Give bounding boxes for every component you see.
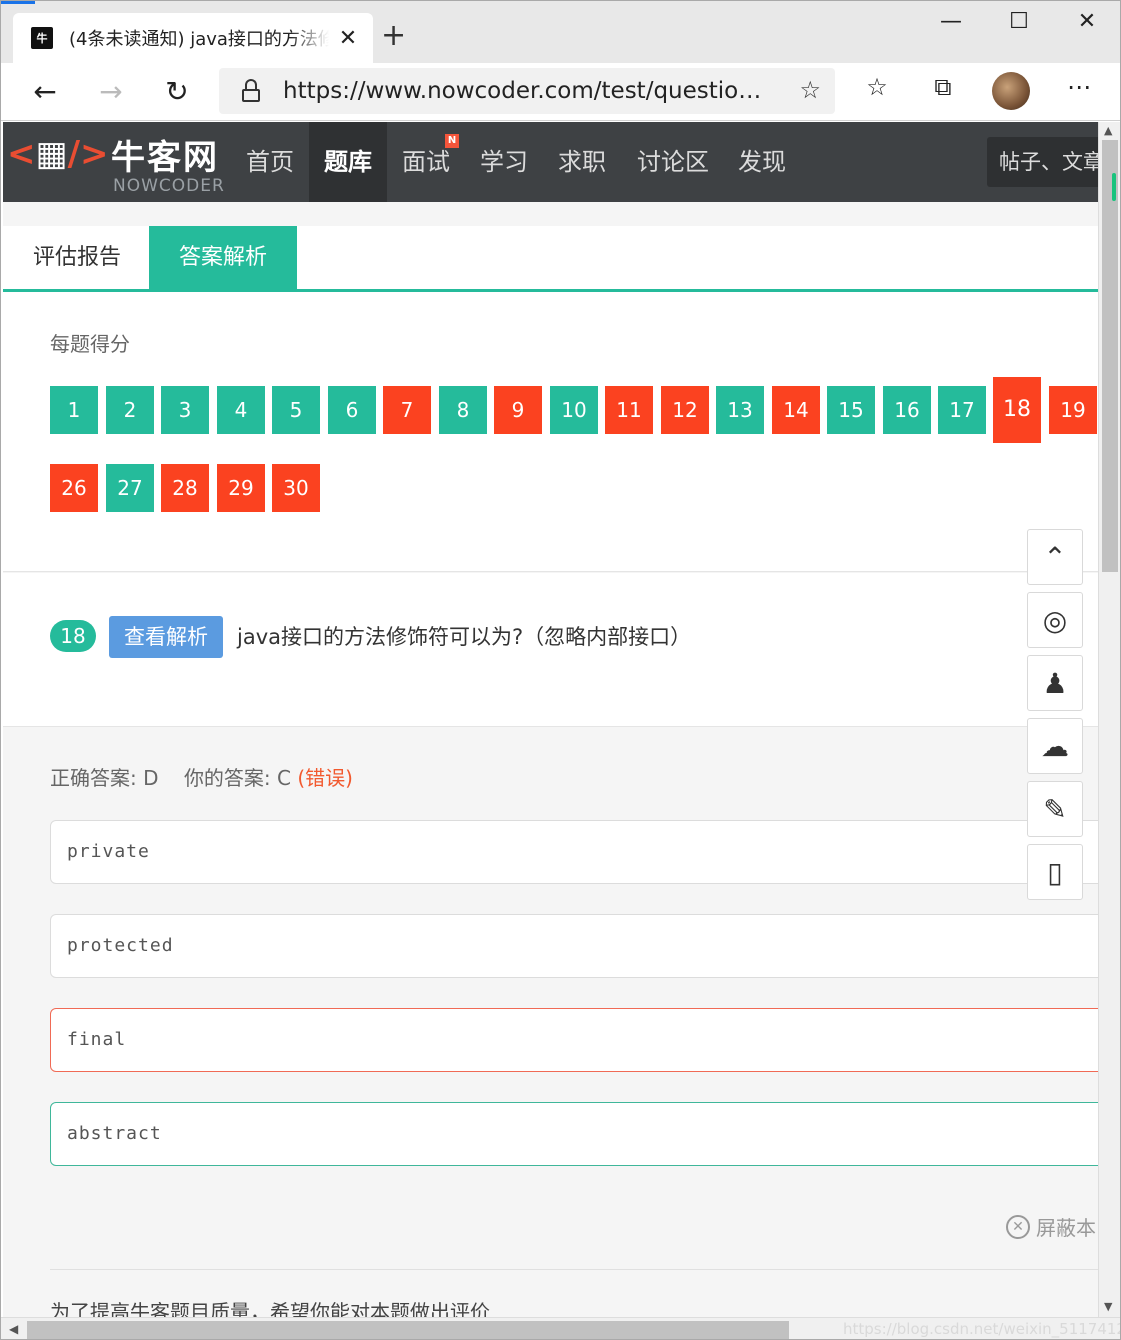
question-score-1[interactable]: 1 [50,386,98,434]
question-score-3[interactable]: 3 [161,386,209,434]
horizontal-scroll-thumb[interactable] [27,1321,789,1339]
nav-learn[interactable]: 学习 [473,122,535,202]
browser-window: 牛 (4条未读通知) java接口的方法修饰符 ✕ + — ☐ ✕ ← → ↻ … [0,0,1121,1340]
mobile-app-icon[interactable]: ▯ [1027,844,1083,900]
hide-question-link[interactable]: ✕ 屏蔽本 [1006,1212,1096,1241]
report-tabs: 评估报告 答案解析 [3,226,1098,292]
csdn-watermark: https://blog.csdn.net/weixin_51174129 [843,1320,1121,1338]
favorites-list-icon[interactable]: ☆ [859,73,895,101]
your-answer: 你的答案: C [183,766,291,790]
edit-feedback-icon[interactable]: ✎ [1027,781,1083,837]
feedback-prompt: 为了提高牛客题目质量，希望你能对本题做出评价 [50,1300,490,1317]
tab-strip-accent [1,1,35,4]
close-icon[interactable]: ✕ [1067,9,1107,34]
question-text: java接口的方法修饰符可以为?（忽略内部接口） [237,625,692,649]
question-score-9[interactable]: 9 [494,386,542,434]
address-toolbar: ← → ↻ https://www.nowcoder.com/test/ques… [1,63,1120,121]
question-score-11[interactable]: 11 [605,386,653,434]
nav-question-bank[interactable]: 题库 [309,122,387,202]
correct-answer: 正确答案: D [50,766,159,790]
option-a[interactable]: private [50,820,1098,884]
tab-close-icon[interactable]: ✕ [337,26,359,51]
question-panel: 18 查看解析 java接口的方法修饰符可以为?（忽略内部接口） [3,573,1098,727]
weibo-share-icon[interactable]: ◎ [1027,592,1083,648]
question-score-26[interactable]: 26 [50,464,98,512]
question-score-29[interactable]: 29 [217,464,265,512]
view-analysis-button[interactable]: 查看解析 [109,616,223,658]
question-score-6[interactable]: 6 [328,386,376,434]
circle-x-icon: ✕ [1006,1214,1030,1239]
vertical-scroll-thumb[interactable] [1102,140,1118,572]
nav-new-badge: N [445,134,459,148]
question-score-18[interactable]: 18 [993,377,1041,443]
tab-answer-analysis[interactable]: 答案解析 [149,226,298,289]
nav-home[interactable]: 首页 [239,122,301,202]
hide-question-label: 屏蔽本 [1036,1216,1096,1240]
question-score-8[interactable]: 8 [439,386,487,434]
site-header: <▦/> 牛客网 NOWCODER 首页 题库 面试 N 学习 求职 讨论区 发… [3,122,1107,202]
address-bar[interactable]: https://www.nowcoder.com/test/question/d… [219,68,835,114]
question-score-16[interactable]: 16 [883,386,931,434]
new-tab-icon[interactable]: + [381,21,406,51]
add-favorite-star-icon[interactable]: ☆ [799,76,821,104]
maximize-icon[interactable]: ☐ [999,9,1039,34]
site-search-input[interactable]: 帖子、文章 [987,137,1107,187]
url-text[interactable]: https://www.nowcoder.com/test/question/d… [283,78,765,104]
browser-tab[interactable]: 牛 (4条未读通知) java接口的方法修饰符 ✕ [13,13,373,63]
answer-summary: 正确答案: D 你的答案: C (错误) [50,762,353,791]
question-score-12[interactable]: 12 [661,386,709,434]
horizontal-scrollbar[interactable]: ◀ https://blog.csdn.net/weixin_51174129 [1,1317,1121,1339]
minimize-icon[interactable]: — [931,9,971,34]
nowcoder-favicon-icon: 牛 [31,27,53,49]
divider [50,1269,1098,1270]
nowcoder-logo[interactable]: <▦/> 牛客网 NOWCODER [7,130,237,196]
logo-calendar-icon: <▦/> [7,134,109,174]
page-content: 评估报告 答案解析 每题得分 1 2 3 4 5 6 7 8 9 10 11 12 13 14 15 16 17… [3,202,1098,1317]
refresh-icon[interactable]: ↻ [157,71,197,111]
question-number-badge: 18 [50,620,96,652]
answer-panel: 正确答案: D 你的答案: C (错误) private protected f… [3,728,1098,1317]
score-panel: 每题得分 1 2 3 4 5 6 7 8 9 10 11 12 13 14 15 16 17 18 19 26 27 28… [3,292,1098,572]
question-score-7[interactable]: 7 [383,386,431,434]
scroll-indicator [1112,173,1116,201]
option-d[interactable]: abstract [50,1102,1098,1166]
score-title: 每题得分 [50,332,130,356]
question-score-14[interactable]: 14 [772,386,820,434]
scroll-left-icon[interactable]: ◀ [9,1322,18,1336]
collections-icon[interactable]: ⧉ [925,73,961,101]
question-score-13[interactable]: 13 [716,386,764,434]
question-score-28[interactable]: 28 [161,464,209,512]
qq-share-icon[interactable]: ♟ [1027,655,1083,711]
question-score-15[interactable]: 15 [827,386,875,434]
tab-evaluation-report[interactable]: 评估报告 [3,226,151,289]
back-to-top-button[interactable]: ⌃ [1027,529,1083,585]
profile-avatar[interactable] [992,72,1030,110]
more-menu-icon[interactable]: ⋯ [1061,73,1097,101]
question-score-4[interactable]: 4 [217,386,265,434]
answer-verdict: (错误) [297,766,353,790]
forward-arrow-icon[interactable]: → [91,71,131,111]
question-score-30[interactable]: 30 [272,464,320,512]
vertical-scrollbar[interactable]: ▲ ▼ [1098,122,1120,1317]
lock-icon[interactable] [241,79,261,103]
question-score-10[interactable]: 10 [550,386,598,434]
tab-title: (4条未读通知) java接口的方法修饰符 [69,29,329,50]
question-score-5[interactable]: 5 [272,386,320,434]
wechat-share-icon[interactable]: ☁ [1027,718,1083,774]
scroll-down-icon[interactable]: ▼ [1104,1300,1112,1313]
option-c[interactable]: final [50,1008,1098,1072]
nav-discussion[interactable]: 讨论区 [629,122,717,202]
question-score-2[interactable]: 2 [106,386,154,434]
tab-strip: 牛 (4条未读通知) java接口的方法修饰符 ✕ + — ☐ ✕ [1,1,1120,63]
back-arrow-icon[interactable]: ← [25,71,65,111]
logo-text-en: NOWCODER [113,176,225,196]
logo-text-cn: 牛客网 [111,138,219,178]
question-score-27[interactable]: 27 [106,464,154,512]
nav-discover[interactable]: 发现 [731,122,793,202]
question-score-19[interactable]: 19 [1049,386,1097,434]
scroll-up-icon[interactable]: ▲ [1104,124,1112,137]
option-b[interactable]: protected [50,914,1098,978]
question-score-17[interactable]: 17 [938,386,986,434]
nav-jobs[interactable]: 求职 [551,122,613,202]
